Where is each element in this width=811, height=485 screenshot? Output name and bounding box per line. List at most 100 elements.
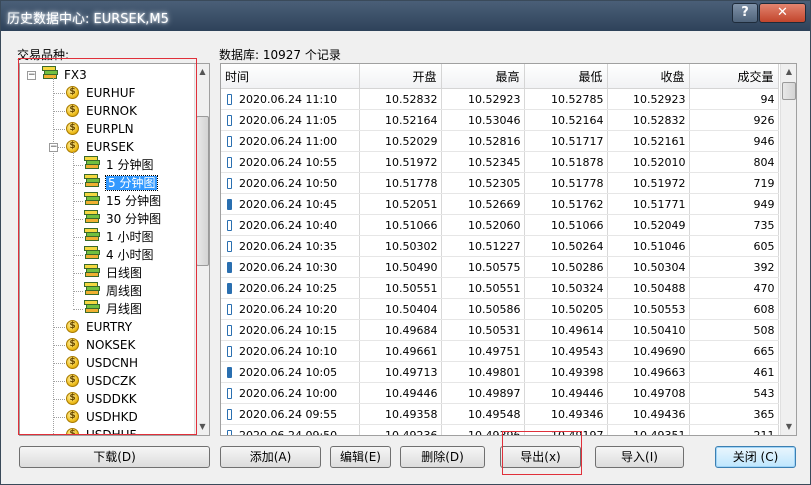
table-row[interactable]: 2020.06.24 10:15 10.49684 10.50531 10.49614… bbox=[221, 319, 779, 341]
tree-symbol-item[interactable]: NOKSEK bbox=[86, 336, 135, 354]
cell-low: 10.51717 bbox=[524, 130, 608, 152]
table-row[interactable]: 2020.06.24 11:05 10.52164 10.53046 10.52164… bbox=[221, 109, 779, 131]
column-header-close[interactable]: 收盘 bbox=[607, 64, 690, 89]
tree-symbol-item[interactable]: EURHUF bbox=[86, 84, 135, 102]
table-row[interactable]: 2020.06.24 10:05 10.49713 10.49801 10.49398… bbox=[221, 361, 779, 383]
grid-scroll-thumb[interactable] bbox=[782, 82, 796, 100]
tree-line bbox=[53, 399, 65, 400]
table-row[interactable]: 2020.06.24 10:20 10.50404 10.50586 10.50205… bbox=[221, 298, 779, 320]
table-row[interactable]: 2020.06.24 09:55 10.49358 10.49548 10.49346… bbox=[221, 403, 779, 425]
import-button[interactable]: 导入(I) bbox=[595, 446, 684, 468]
add-button[interactable]: 添加(A) bbox=[220, 446, 321, 468]
tree-symbol-item[interactable]: USDDKK bbox=[86, 390, 137, 408]
collapse-toggle[interactable]: − bbox=[49, 143, 58, 152]
table-row[interactable]: 2020.06.24 10:25 10.50551 10.50551 10.50324… bbox=[221, 277, 779, 299]
cell-high: 10.49897 bbox=[441, 382, 525, 404]
cell-high: 10.49751 bbox=[441, 340, 525, 362]
column-header-open[interactable]: 开盘 bbox=[359, 64, 442, 89]
candle-icon bbox=[227, 135, 232, 147]
table-row[interactable]: 2020.06.24 09:50 10.49236 10.49396 10.49197… bbox=[221, 424, 779, 435]
close-button[interactable]: 关闭 (C) bbox=[715, 446, 796, 468]
table-row[interactable]: 2020.06.24 10:00 10.49446 10.49897 10.49446… bbox=[221, 382, 779, 404]
tree-symbol-item[interactable]: USDHKD bbox=[86, 408, 138, 426]
collapse-toggle[interactable]: − bbox=[27, 71, 36, 80]
grid-scrollbar[interactable]: ▲ ▼ bbox=[780, 64, 796, 435]
table-row[interactable]: 2020.06.24 10:50 10.51778 10.52305 10.51778… bbox=[221, 172, 779, 194]
tree-scrollbar[interactable]: ▲ ▼ bbox=[194, 64, 209, 435]
cell-low: 10.50264 bbox=[524, 235, 608, 257]
tree-timeframe-item[interactable]: 1 分钟图 bbox=[106, 158, 153, 172]
table-row[interactable]: 2020.06.24 10:35 10.50302 10.51227 10.50264… bbox=[221, 235, 779, 257]
cell-low: 10.52785 bbox=[524, 88, 608, 110]
tree-timeframe-item[interactable]: 30 分钟图 bbox=[106, 212, 161, 226]
candle-icon bbox=[227, 219, 232, 231]
time-value: 2020.06.24 10:05 bbox=[239, 365, 338, 379]
close-window-button[interactable]: ✕ bbox=[759, 3, 806, 23]
tree-symbol-item[interactable]: USDCNH bbox=[86, 354, 138, 372]
scroll-down-icon[interactable]: ▼ bbox=[781, 419, 796, 435]
cell-high: 10.49396 bbox=[441, 424, 525, 435]
download-button[interactable]: 下载(D) bbox=[19, 446, 210, 468]
table-row[interactable]: 2020.06.24 11:00 10.52029 10.52816 10.51717… bbox=[221, 130, 779, 152]
column-header-volume[interactable]: 成交量 bbox=[689, 64, 779, 89]
help-icon: ? bbox=[741, 5, 749, 20]
cell-close: 10.50553 bbox=[607, 298, 690, 320]
symbol-coin-icon: $ bbox=[66, 104, 79, 117]
tree-timeframe-item[interactable]: 日线图 bbox=[106, 266, 142, 280]
cell-high: 10.52305 bbox=[441, 172, 525, 194]
scroll-down-icon[interactable]: ▼ bbox=[195, 419, 209, 435]
cell-high: 10.52923 bbox=[441, 88, 525, 110]
tree-timeframe-item[interactable]: 月线图 bbox=[106, 302, 142, 316]
symbol-coin-icon: $ bbox=[66, 410, 79, 423]
tree-timeframe-item[interactable]: 4 小时图 bbox=[106, 248, 153, 262]
cell-open: 10.50302 bbox=[359, 235, 442, 257]
tree-symbol-item[interactable]: USDCZK bbox=[86, 372, 136, 390]
symbol-tree[interactable]: − FX3 $ EURHUF $ EURNOK $ EURPLN − $ EURSEK 1 分钟图 5 … bbox=[19, 63, 210, 436]
cell-volume: 94 bbox=[689, 88, 779, 110]
cell-volume: 211 bbox=[689, 424, 779, 435]
scroll-up-icon[interactable]: ▲ bbox=[781, 64, 796, 80]
table-row[interactable]: 2020.06.24 10:55 10.51972 10.52345 10.51878… bbox=[221, 151, 779, 173]
tree-symbol-item[interactable]: EURSEK bbox=[86, 138, 134, 156]
table-header-row: 时间 开盘 最高 最低 收盘 成交量 bbox=[221, 64, 779, 89]
export-button[interactable]: 导出(x) bbox=[500, 446, 581, 468]
cell-high: 10.49548 bbox=[441, 403, 525, 425]
delete-button[interactable]: 删除(D) bbox=[400, 446, 485, 468]
tree-timeframe-item[interactable]: 5 分钟图 bbox=[104, 175, 159, 191]
table-row[interactable]: 2020.06.24 10:45 10.52051 10.52669 10.51762… bbox=[221, 193, 779, 215]
tree-timeframe-item[interactable]: 1 小时图 bbox=[106, 230, 153, 244]
column-header-high[interactable]: 最高 bbox=[441, 64, 525, 89]
column-header-time[interactable]: 时间 bbox=[221, 64, 360, 89]
tree-symbol-item[interactable]: EURTRY bbox=[86, 318, 132, 336]
time-value: 2020.06.24 10:30 bbox=[239, 260, 338, 274]
tree-line bbox=[73, 273, 83, 274]
table-row[interactable]: 2020.06.24 11:10 10.52832 10.52923 10.52785… bbox=[221, 88, 779, 110]
tree-symbol-item[interactable]: USDHUF bbox=[86, 426, 136, 435]
tree-timeframe-item[interactable]: 周线图 bbox=[106, 284, 142, 298]
cell-open: 10.51972 bbox=[359, 151, 442, 173]
title-bar[interactable]: 历史数据中心: EURSEK,M5 ? ✕ bbox=[1, 1, 810, 31]
tree-root-label[interactable]: FX3 bbox=[64, 66, 87, 84]
time-value: 2020.06.24 11:00 bbox=[239, 134, 338, 148]
scroll-up-icon[interactable]: ▲ bbox=[195, 64, 209, 80]
tree-symbol-item[interactable]: EURNOK bbox=[86, 102, 137, 120]
tree-line bbox=[73, 309, 83, 310]
cell-time: 2020.06.24 10:50 bbox=[221, 172, 360, 194]
tree-scroll-thumb[interactable] bbox=[196, 116, 209, 266]
cell-close: 10.49690 bbox=[607, 340, 690, 362]
cell-high: 10.50586 bbox=[441, 298, 525, 320]
history-data-grid[interactable]: 时间 开盘 最高 最低 收盘 成交量 2020.06.24 11:10 10.52… bbox=[220, 63, 797, 436]
tree-timeframe-item[interactable]: 15 分钟图 bbox=[106, 194, 161, 208]
tree-line bbox=[73, 201, 83, 202]
tree-symbol-item[interactable]: EURPLN bbox=[86, 120, 134, 138]
table-row[interactable]: 2020.06.24 10:40 10.51066 10.52060 10.51066… bbox=[221, 214, 779, 236]
cell-volume: 735 bbox=[689, 214, 779, 236]
cell-open: 10.50551 bbox=[359, 277, 442, 299]
table-row[interactable]: 2020.06.24 10:10 10.49661 10.49751 10.49543… bbox=[221, 340, 779, 362]
cell-open: 10.49446 bbox=[359, 382, 442, 404]
table-row[interactable]: 2020.06.24 10:30 10.50490 10.50575 10.50286… bbox=[221, 256, 779, 278]
help-button[interactable]: ? bbox=[732, 3, 758, 23]
time-value: 2020.06.24 10:20 bbox=[239, 302, 338, 316]
edit-button[interactable]: 编辑(E) bbox=[330, 446, 391, 468]
column-header-low[interactable]: 最低 bbox=[524, 64, 608, 89]
